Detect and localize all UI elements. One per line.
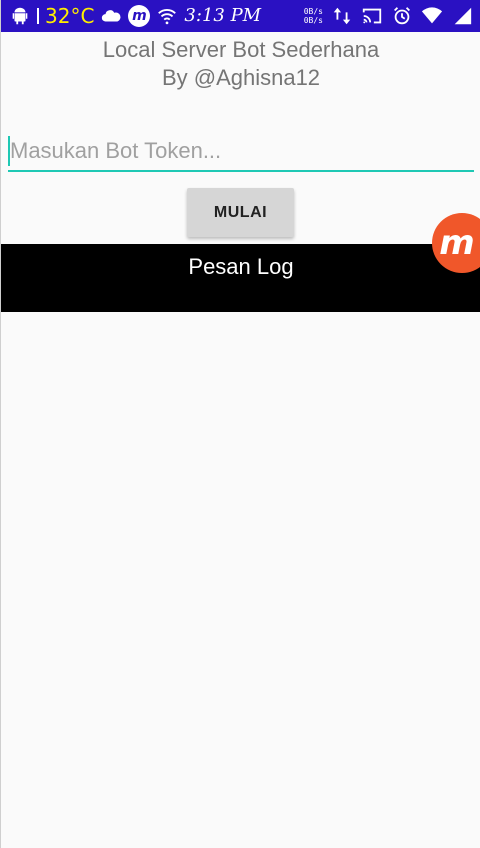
cast-icon bbox=[361, 5, 383, 27]
cloud-icon bbox=[100, 5, 122, 27]
alarm-icon bbox=[391, 5, 413, 27]
log-panel: Pesan Log bbox=[1, 244, 480, 312]
wifi-full-icon bbox=[421, 5, 443, 27]
signal-full-icon bbox=[451, 5, 473, 27]
net-down-text: 0B/s bbox=[303, 16, 323, 25]
data-arrows-icon bbox=[331, 5, 353, 27]
status-bar: 32°C m 3:13 PM 0B/s 0B/s bbox=[1, 0, 480, 32]
temperature-text: 32°C bbox=[45, 4, 95, 28]
net-up-text: 0B/s bbox=[303, 7, 323, 16]
start-button[interactable]: MULAI bbox=[187, 188, 294, 237]
android-debug-icon bbox=[9, 5, 31, 27]
log-title: Pesan Log bbox=[188, 254, 294, 279]
m-app-icon: m bbox=[128, 5, 151, 27]
text-cursor bbox=[8, 136, 10, 166]
bot-token-input[interactable] bbox=[8, 132, 474, 172]
network-speed: 0B/s 0B/s bbox=[304, 7, 323, 25]
wifi-icon bbox=[156, 5, 178, 27]
divider bbox=[37, 8, 39, 24]
floating-badge-glyph: m bbox=[439, 223, 475, 263]
app-header: Local Server Bot Sederhana By @Aghisna12 bbox=[1, 36, 480, 92]
clock-text: 3:13 PM bbox=[184, 5, 262, 26]
app-author: By @Aghisna12 bbox=[161, 65, 321, 90]
app-title: Local Server Bot Sederhana bbox=[102, 37, 380, 62]
